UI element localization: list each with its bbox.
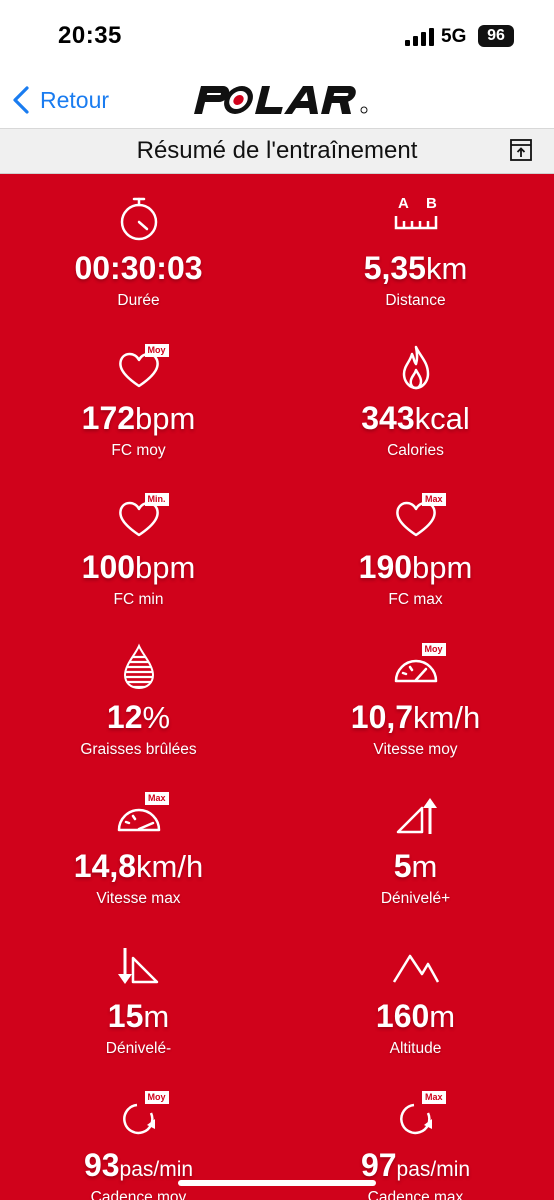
stat-label: Distance (385, 292, 446, 309)
stat-label: Vitesse max (96, 890, 181, 907)
back-button[interactable]: Retour (12, 84, 109, 116)
stat-distance[interactable]: A B 5,35 km Distance (277, 174, 554, 324)
stat-label: Graisses brûlées (80, 740, 197, 758)
fat-drop-icon (113, 643, 165, 691)
stat-unit: km/h (136, 849, 204, 884)
stat-value: 5 (393, 848, 412, 884)
stat-label: FC moy (111, 441, 166, 459)
battery-indicator: 96 (478, 25, 514, 47)
descent-icon (113, 942, 165, 990)
svg-text:B: B (426, 195, 437, 212)
stat-value: 343 (361, 399, 415, 436)
flame-icon (390, 344, 442, 392)
stats-grid: 00:30:03 Durée A B 5,35 km Distance Moy 1… (0, 174, 554, 1200)
cadence-max-icon: Max (390, 1091, 446, 1139)
badge: Moy (144, 343, 169, 357)
back-label: Retour (40, 86, 110, 113)
stat-value: 00:30:03 (74, 250, 203, 286)
stat-label: FC max (388, 591, 443, 608)
stat-unit: bpm (135, 400, 196, 436)
network-type: 5G (441, 26, 467, 47)
badge: Min. (144, 493, 169, 506)
distance-ab-icon: A B (390, 194, 442, 242)
stat-calories[interactable]: 343 kcal Calories (277, 324, 554, 474)
stat-unit: bpm (412, 550, 473, 585)
page-title: Résumé de l'entraînement (136, 137, 418, 164)
stat-unit: % (142, 699, 171, 735)
stat-speed-avg[interactable]: Moy 10,7 km/h Vitesse moy (277, 623, 554, 773)
stat-label: Cadence moy (90, 1189, 187, 1200)
title-bar: Résumé de l'entraînement (0, 128, 554, 174)
stat-unit: pas/min (396, 1158, 471, 1181)
svg-text:A: A (398, 195, 409, 212)
status-bar: 20:35 5G 96 (0, 0, 554, 72)
stat-value: 15 (107, 997, 144, 1034)
stopwatch-icon (113, 194, 165, 242)
export-icon[interactable] (509, 138, 533, 162)
stat-hr-min[interactable]: Min. 100 bpm FC min (0, 473, 277, 623)
speedometer-avg-icon: Moy (390, 642, 446, 691)
badge: Moy (144, 1091, 169, 1104)
stat-label: Altitude (389, 1039, 442, 1057)
stat-unit: m (143, 998, 170, 1034)
stat-hr-avg[interactable]: Moy 172 bpm FC moy (0, 324, 277, 474)
stat-value: 97 (360, 1147, 397, 1183)
stat-unit: bpm (135, 550, 196, 585)
stat-descent[interactable]: 15 m Dénivelé- (0, 922, 277, 1072)
badge: Max (421, 1091, 446, 1104)
ascent-icon (390, 792, 442, 840)
signal-strength-icon (405, 28, 434, 46)
stat-value: 12 (106, 698, 143, 735)
stat-value: 10,7 (350, 698, 414, 735)
stat-label: Cadence max (367, 1189, 464, 1200)
stat-label: FC min (113, 591, 164, 608)
stat-altitude[interactable]: 160 m Altitude (277, 922, 554, 1072)
mountain-icon (390, 942, 442, 990)
badge: Moy (421, 642, 446, 656)
stat-speed-max[interactable]: Max 14,8 km/h Vitesse max (0, 772, 277, 922)
status-time: 20:35 (58, 22, 122, 49)
stat-label: Durée (117, 292, 160, 309)
stat-value: 190 (358, 549, 413, 585)
heart-avg-icon: Moy (113, 343, 169, 392)
badge: Max (421, 493, 446, 506)
nav-bar: Retour (0, 72, 554, 128)
stat-value: 14,8 (73, 848, 137, 884)
stat-value: 160 (375, 997, 430, 1034)
stat-unit: km (425, 251, 468, 286)
heart-max-icon: Max (390, 493, 446, 541)
badge: Max (144, 792, 169, 805)
stat-unit: m (411, 849, 438, 884)
stat-label: Calories (387, 441, 444, 459)
stat-unit: m (429, 998, 456, 1034)
stat-unit: pas/min (119, 1158, 194, 1181)
stat-fat-burn[interactable]: 12% Graisses brûlées (0, 623, 277, 773)
stat-value: 100 (81, 549, 136, 585)
polar-logo (194, 86, 368, 114)
heart-min-icon: Min. (113, 493, 169, 541)
training-summary: 00:30:03 Durée A B 5,35 km Distance Moy 1… (0, 174, 554, 1200)
stat-label: Dénivelé+ (380, 890, 451, 907)
cadence-avg-icon: Moy (113, 1091, 169, 1139)
stat-value: 172 (81, 399, 136, 436)
home-indicator[interactable] (178, 1180, 376, 1186)
stat-duration[interactable]: 00:30:03 Durée (0, 174, 277, 324)
stat-ascent[interactable]: 5m Dénivelé+ (277, 772, 554, 922)
chevron-left-icon (13, 86, 29, 114)
stat-value: 93 (83, 1147, 120, 1183)
stat-value: 5,35 (363, 250, 426, 286)
stat-hr-max[interactable]: Max 190 bpm FC max (277, 473, 554, 623)
stat-unit: km/h (413, 699, 481, 735)
speedometer-max-icon: Max (113, 792, 169, 840)
stat-unit: kcal (414, 400, 470, 436)
stat-label: Dénivelé- (105, 1039, 172, 1057)
stat-label: Vitesse moy (373, 740, 458, 758)
